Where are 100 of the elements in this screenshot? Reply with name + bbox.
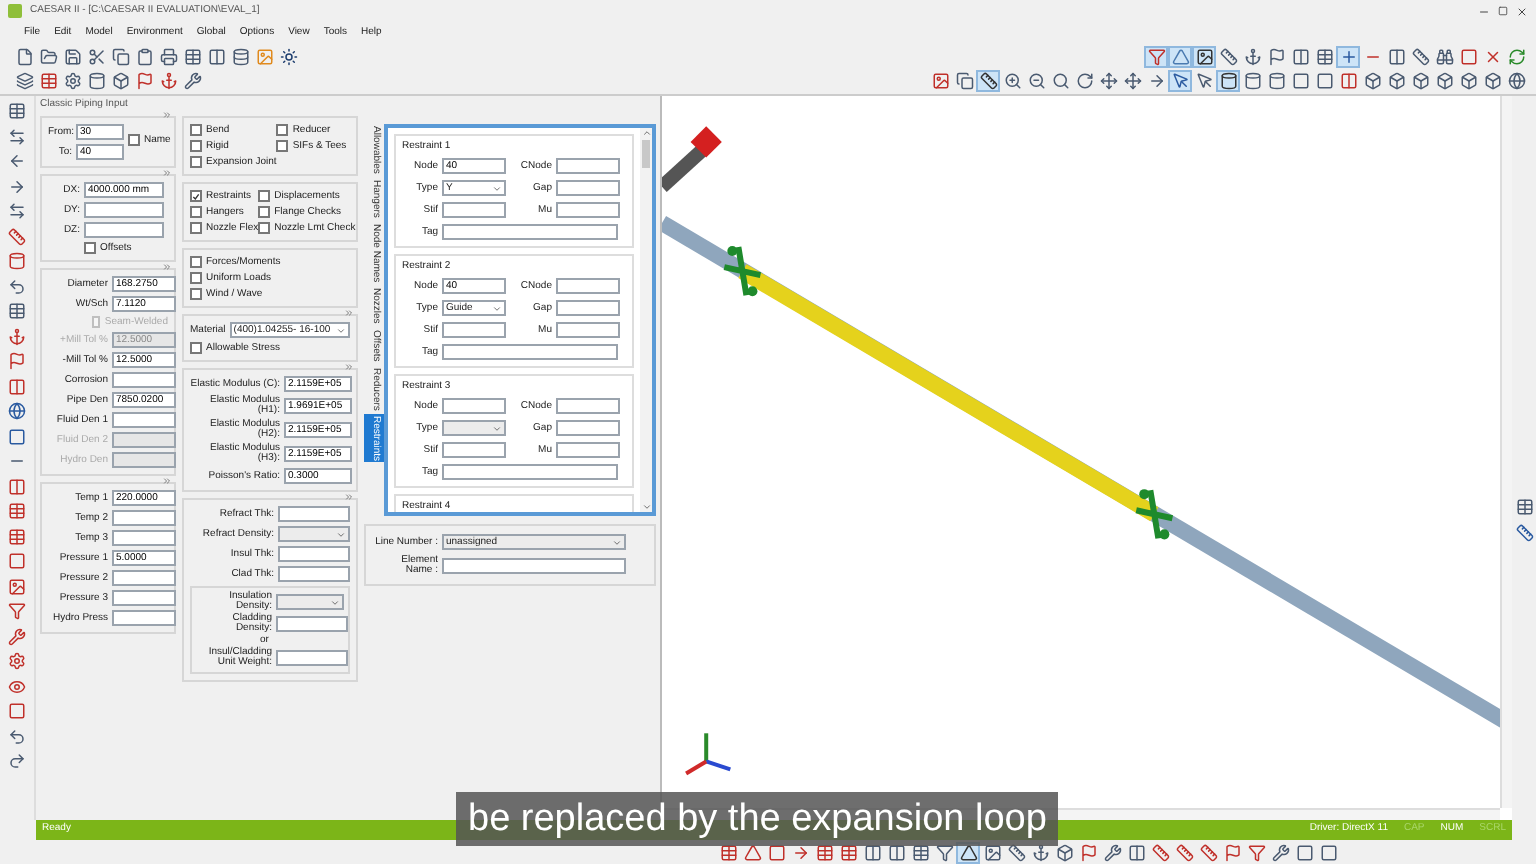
table-icon[interactable]: [836, 841, 860, 863]
pointer-icon[interactable]: [1192, 70, 1216, 93]
triangle-icon[interactable]: [740, 841, 764, 863]
input-field[interactable]: [556, 442, 620, 458]
table-icon[interactable]: [812, 841, 836, 863]
columns-icon[interactable]: [860, 841, 884, 863]
box-icon[interactable]: [1408, 70, 1432, 93]
input-field[interactable]: [556, 420, 620, 436]
caret-icon[interactable]: [492, 423, 502, 433]
input-field[interactable]: [112, 412, 176, 428]
refresh-icon[interactable]: [1504, 45, 1528, 68]
square-icon[interactable]: [1288, 70, 1312, 93]
save-icon[interactable]: [60, 45, 84, 68]
checkbox[interactable]: [190, 222, 202, 234]
columns-icon[interactable]: [1124, 841, 1148, 863]
input-field[interactable]: [112, 510, 176, 526]
checkbox[interactable]: [258, 206, 271, 218]
input-field[interactable]: [112, 570, 176, 586]
input-field[interactable]: [278, 506, 350, 522]
scissors-icon[interactable]: [84, 45, 108, 68]
box-icon[interactable]: [1052, 841, 1076, 863]
input-field[interactable]: [112, 590, 176, 606]
checkbox[interactable]: [190, 140, 202, 152]
ruler-icon[interactable]: [976, 70, 1000, 93]
pointer-icon[interactable]: [1168, 70, 1192, 93]
grid-icon[interactable]: [1512, 496, 1536, 518]
columns-icon[interactable]: [5, 375, 29, 397]
wrench-icon[interactable]: [1268, 841, 1292, 863]
image-icon[interactable]: [980, 841, 1004, 863]
globe-icon[interactable]: [1504, 70, 1528, 93]
cylinder-icon[interactable]: [1216, 70, 1240, 93]
ruler-icon[interactable]: [1408, 45, 1432, 68]
cylinder-icon[interactable]: [5, 250, 29, 272]
columns-icon[interactable]: [884, 841, 908, 863]
checkbox[interactable]: [190, 206, 202, 218]
input-field[interactable]: [278, 546, 350, 562]
cylinder-icon[interactable]: [1264, 70, 1288, 93]
database-icon[interactable]: [228, 45, 252, 68]
binoculars-icon[interactable]: [1432, 45, 1456, 68]
arrows-icon[interactable]: [5, 200, 29, 222]
checkbox[interactable]: [190, 342, 202, 354]
input-field[interactable]: [556, 278, 620, 294]
input-field[interactable]: [276, 616, 348, 632]
input-field[interactable]: [442, 558, 626, 574]
checkbox[interactable]: [258, 222, 271, 234]
table-icon[interactable]: [5, 100, 29, 122]
search-icon[interactable]: [1048, 70, 1072, 93]
square-icon[interactable]: [1316, 841, 1340, 863]
table-icon[interactable]: [908, 841, 932, 863]
box-icon[interactable]: [1432, 70, 1456, 93]
flag-icon[interactable]: [1220, 841, 1244, 863]
input-field[interactable]: [84, 202, 164, 218]
table-icon[interactable]: [5, 525, 29, 547]
input-field[interactable]: [112, 530, 176, 546]
zoom-out-icon[interactable]: [1024, 70, 1048, 93]
open-folder-icon[interactable]: [36, 45, 60, 68]
ruler-icon[interactable]: [1216, 45, 1240, 68]
layers-icon[interactable]: [12, 70, 36, 93]
box-icon[interactable]: [1384, 70, 1408, 93]
checkbox[interactable]: [190, 124, 202, 136]
ruler-icon[interactable]: [1196, 841, 1220, 863]
gear-icon[interactable]: [60, 70, 84, 93]
caret-icon[interactable]: [336, 325, 346, 335]
table-icon[interactable]: [716, 841, 740, 863]
checkbox[interactable]: [190, 190, 202, 202]
cylinder-icon[interactable]: [84, 70, 108, 93]
copy-icon[interactable]: [108, 45, 132, 68]
checkbox[interactable]: [128, 134, 140, 146]
ruler-icon[interactable]: [1512, 522, 1536, 544]
input-field[interactable]: [442, 464, 618, 480]
zoom-in-icon[interactable]: [1000, 70, 1024, 93]
table-icon[interactable]: [36, 70, 60, 93]
input-field[interactable]: [442, 322, 506, 338]
scroll-up-icon[interactable]: [641, 128, 651, 138]
table-icon[interactable]: [5, 500, 29, 522]
ruler-icon[interactable]: [5, 225, 29, 247]
square-icon[interactable]: [5, 425, 29, 447]
image-icon[interactable]: [928, 70, 952, 93]
columns-icon[interactable]: [204, 45, 228, 68]
input-field[interactable]: [556, 180, 620, 196]
input-field[interactable]: [112, 372, 176, 388]
image-icon[interactable]: [1192, 45, 1216, 68]
globe-icon[interactable]: [5, 400, 29, 422]
clipboard-icon[interactable]: [132, 45, 156, 68]
box-icon[interactable]: [108, 70, 132, 93]
square-icon[interactable]: [764, 841, 788, 863]
flag-icon[interactable]: [5, 350, 29, 372]
caret-icon[interactable]: [492, 183, 502, 193]
undo-icon[interactable]: [5, 275, 29, 297]
wrench-icon[interactable]: [180, 70, 204, 93]
caret-icon[interactable]: [492, 303, 502, 313]
vertical-scrollbar[interactable]: [640, 128, 652, 512]
anchor-icon[interactable]: [156, 70, 180, 93]
checkbox[interactable]: [258, 190, 271, 202]
input-field[interactable]: [556, 158, 620, 174]
checkbox[interactable]: [190, 272, 202, 284]
arrow-left-icon[interactable]: [5, 150, 29, 172]
input-field[interactable]: [276, 650, 348, 666]
input-field[interactable]: [442, 442, 506, 458]
columns-icon[interactable]: [5, 475, 29, 497]
